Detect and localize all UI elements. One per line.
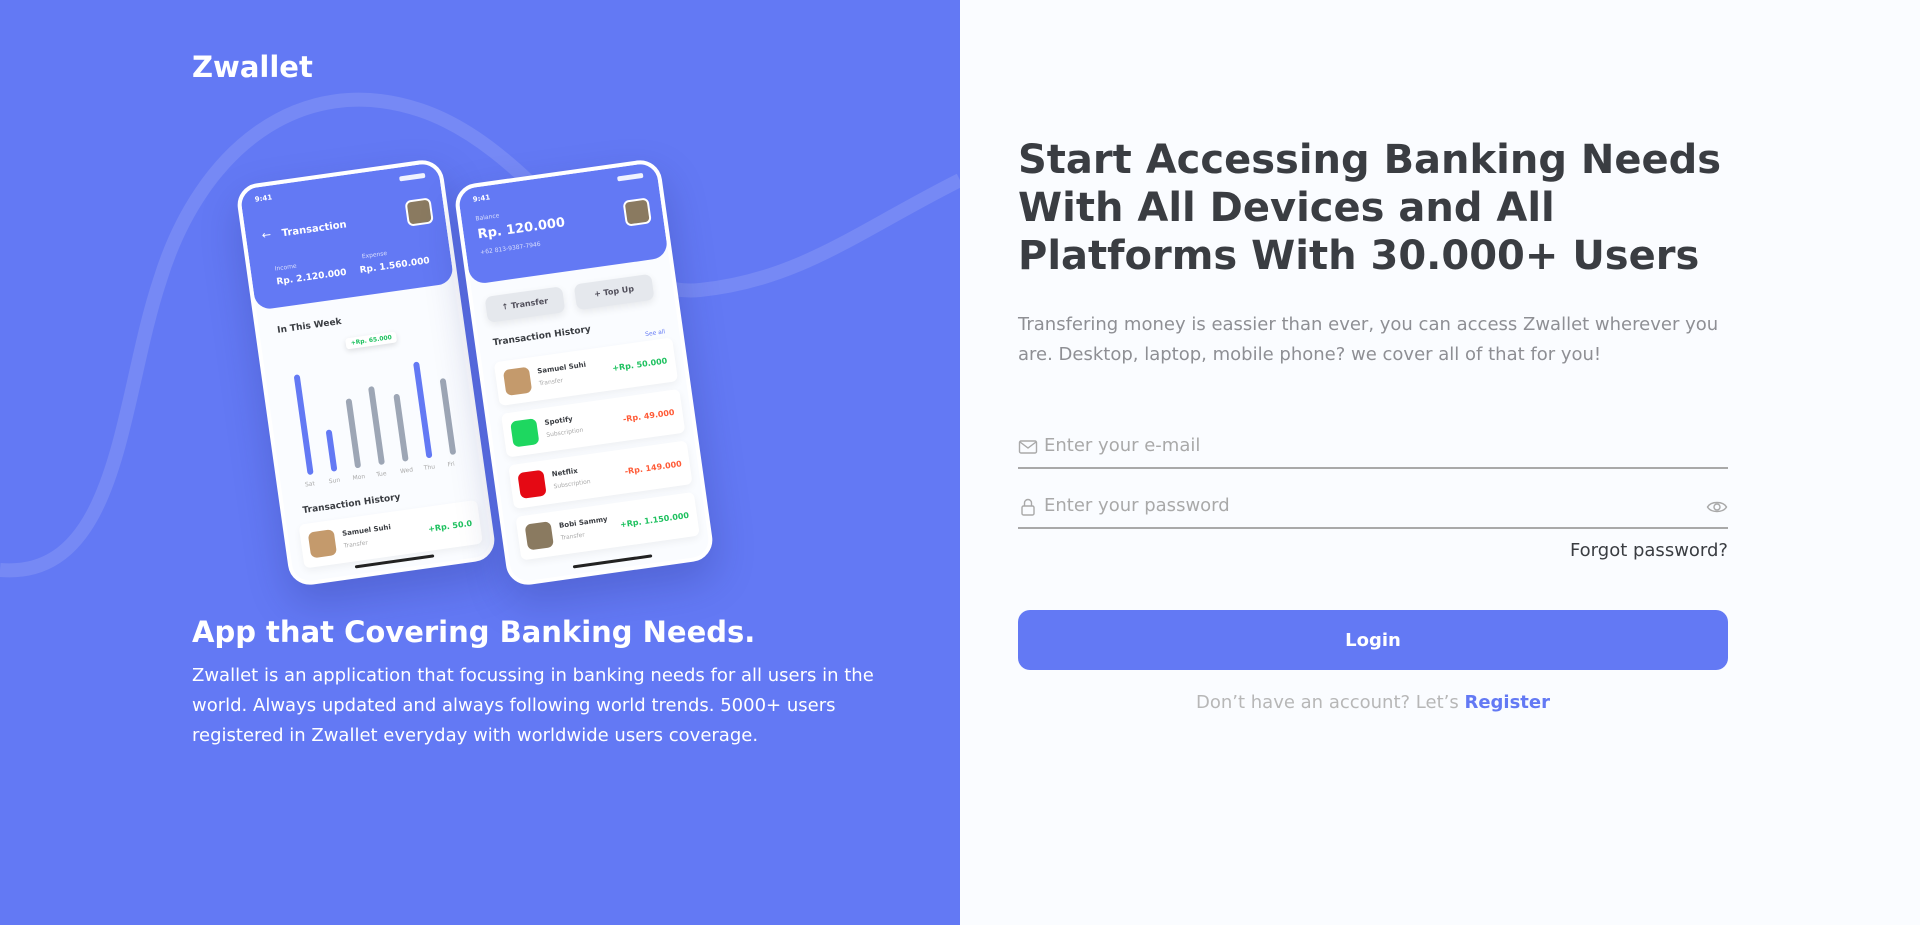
history-amount: -Rp. 49.000 bbox=[622, 407, 676, 424]
hero-description: Zwallet is an application that focussing… bbox=[192, 665, 874, 746]
week-label: In This Week bbox=[276, 316, 343, 336]
chart-bar bbox=[393, 393, 409, 462]
day-label: Sat bbox=[304, 480, 316, 489]
lock-icon bbox=[1021, 498, 1035, 516]
status-time: 9:41 bbox=[254, 193, 273, 204]
login-heading: Start Accessing Banking Needs With All D… bbox=[1018, 137, 1722, 279]
history-type: Subscription bbox=[553, 478, 592, 491]
phone-number: +62 813-9387-7946 bbox=[479, 240, 542, 257]
history-name: Samuel Suhi bbox=[536, 360, 587, 376]
day-label: Thu bbox=[423, 463, 436, 472]
hero-title: App that Covering Banking Needs. bbox=[192, 615, 756, 649]
avatar bbox=[510, 418, 540, 448]
login-panel: Start Accessing Banking Needs With All D… bbox=[960, 0, 1920, 925]
brand-logo: Zwallet bbox=[192, 50, 313, 84]
password-field bbox=[1018, 485, 1728, 529]
forgot-password-link[interactable]: Forgot password? bbox=[1018, 540, 1728, 561]
chart-bar bbox=[413, 361, 433, 459]
phone-header: 9:41 ← Transaction Income Rp. 2.120.000 … bbox=[239, 162, 455, 311]
avatar bbox=[622, 197, 652, 227]
day-label: Wed bbox=[399, 466, 414, 476]
history-type: Transfer bbox=[538, 377, 564, 388]
signal-icon bbox=[399, 172, 426, 182]
avatar bbox=[524, 521, 554, 551]
avatar bbox=[404, 197, 434, 227]
signal-icon bbox=[617, 172, 644, 182]
income-label: Income bbox=[274, 262, 298, 273]
password-input[interactable] bbox=[1044, 489, 1684, 521]
login-button[interactable]: Login bbox=[1018, 610, 1728, 670]
avatar bbox=[307, 529, 338, 559]
chart-bar bbox=[325, 429, 338, 472]
day-label: Tue bbox=[375, 470, 388, 479]
avatar bbox=[502, 366, 533, 397]
login-subtext: Transfering money is eassier than ever, … bbox=[1018, 314, 1719, 365]
phone-title: Transaction bbox=[281, 219, 348, 240]
history-amount: -Rp. 149.000 bbox=[624, 459, 683, 477]
chart-bar bbox=[345, 398, 362, 469]
transfer-button: ↑ Transfer bbox=[484, 286, 566, 323]
day-label: Fri bbox=[447, 460, 456, 469]
chart-tooltip: +Rp. 65.000 bbox=[345, 331, 398, 350]
history-type: Subscription bbox=[545, 426, 584, 439]
weekly-bar-chart bbox=[284, 344, 468, 477]
register-prompt: Don’t have an account? Let’s Register bbox=[1018, 692, 1728, 713]
register-prompt-text: Don’t have an account? Let’s bbox=[1195, 692, 1465, 713]
see-all-link: See all bbox=[644, 328, 666, 339]
day-label: Mon bbox=[352, 473, 366, 482]
day-label: Sun bbox=[328, 476, 341, 486]
eye-icon[interactable] bbox=[1706, 497, 1728, 517]
history-name: Samuel Suhi bbox=[341, 523, 392, 538]
topup-button: + Top Up bbox=[573, 273, 655, 311]
history-label: Transaction History bbox=[492, 324, 592, 349]
mail-icon bbox=[1018, 440, 1038, 454]
phone-header: 9:41 Balance Rp. 120.000 +62 813-9387-79… bbox=[457, 162, 669, 285]
chart-bar bbox=[439, 377, 457, 456]
history-amount: +Rp. 50.0 bbox=[427, 518, 473, 534]
email-input[interactable] bbox=[1044, 429, 1684, 461]
chart-bar bbox=[293, 374, 314, 476]
email-field bbox=[1018, 425, 1728, 469]
promo-panel: Zwallet 9:41 ← Transaction Income Rp. 2.… bbox=[0, 0, 960, 925]
history-type: Transfer bbox=[343, 539, 369, 550]
status-time: 9:41 bbox=[472, 193, 491, 204]
history-name: Bobi Sammy bbox=[558, 515, 609, 530]
history-amount: +Rp. 50.000 bbox=[611, 356, 668, 373]
balance-label: Balance bbox=[475, 212, 500, 223]
expense-label: Expense bbox=[361, 249, 388, 261]
history-amount: +Rp. 1.150.000 bbox=[619, 510, 690, 530]
chart-bar bbox=[368, 386, 385, 466]
history-name: Netflix bbox=[551, 466, 579, 479]
home-indicator bbox=[572, 554, 653, 569]
register-link[interactable]: Register bbox=[1464, 692, 1550, 713]
history-type: Transfer bbox=[560, 531, 586, 542]
history-name: Spotify bbox=[544, 415, 574, 427]
avatar bbox=[517, 469, 547, 500]
back-arrow-icon: ← bbox=[261, 227, 272, 243]
